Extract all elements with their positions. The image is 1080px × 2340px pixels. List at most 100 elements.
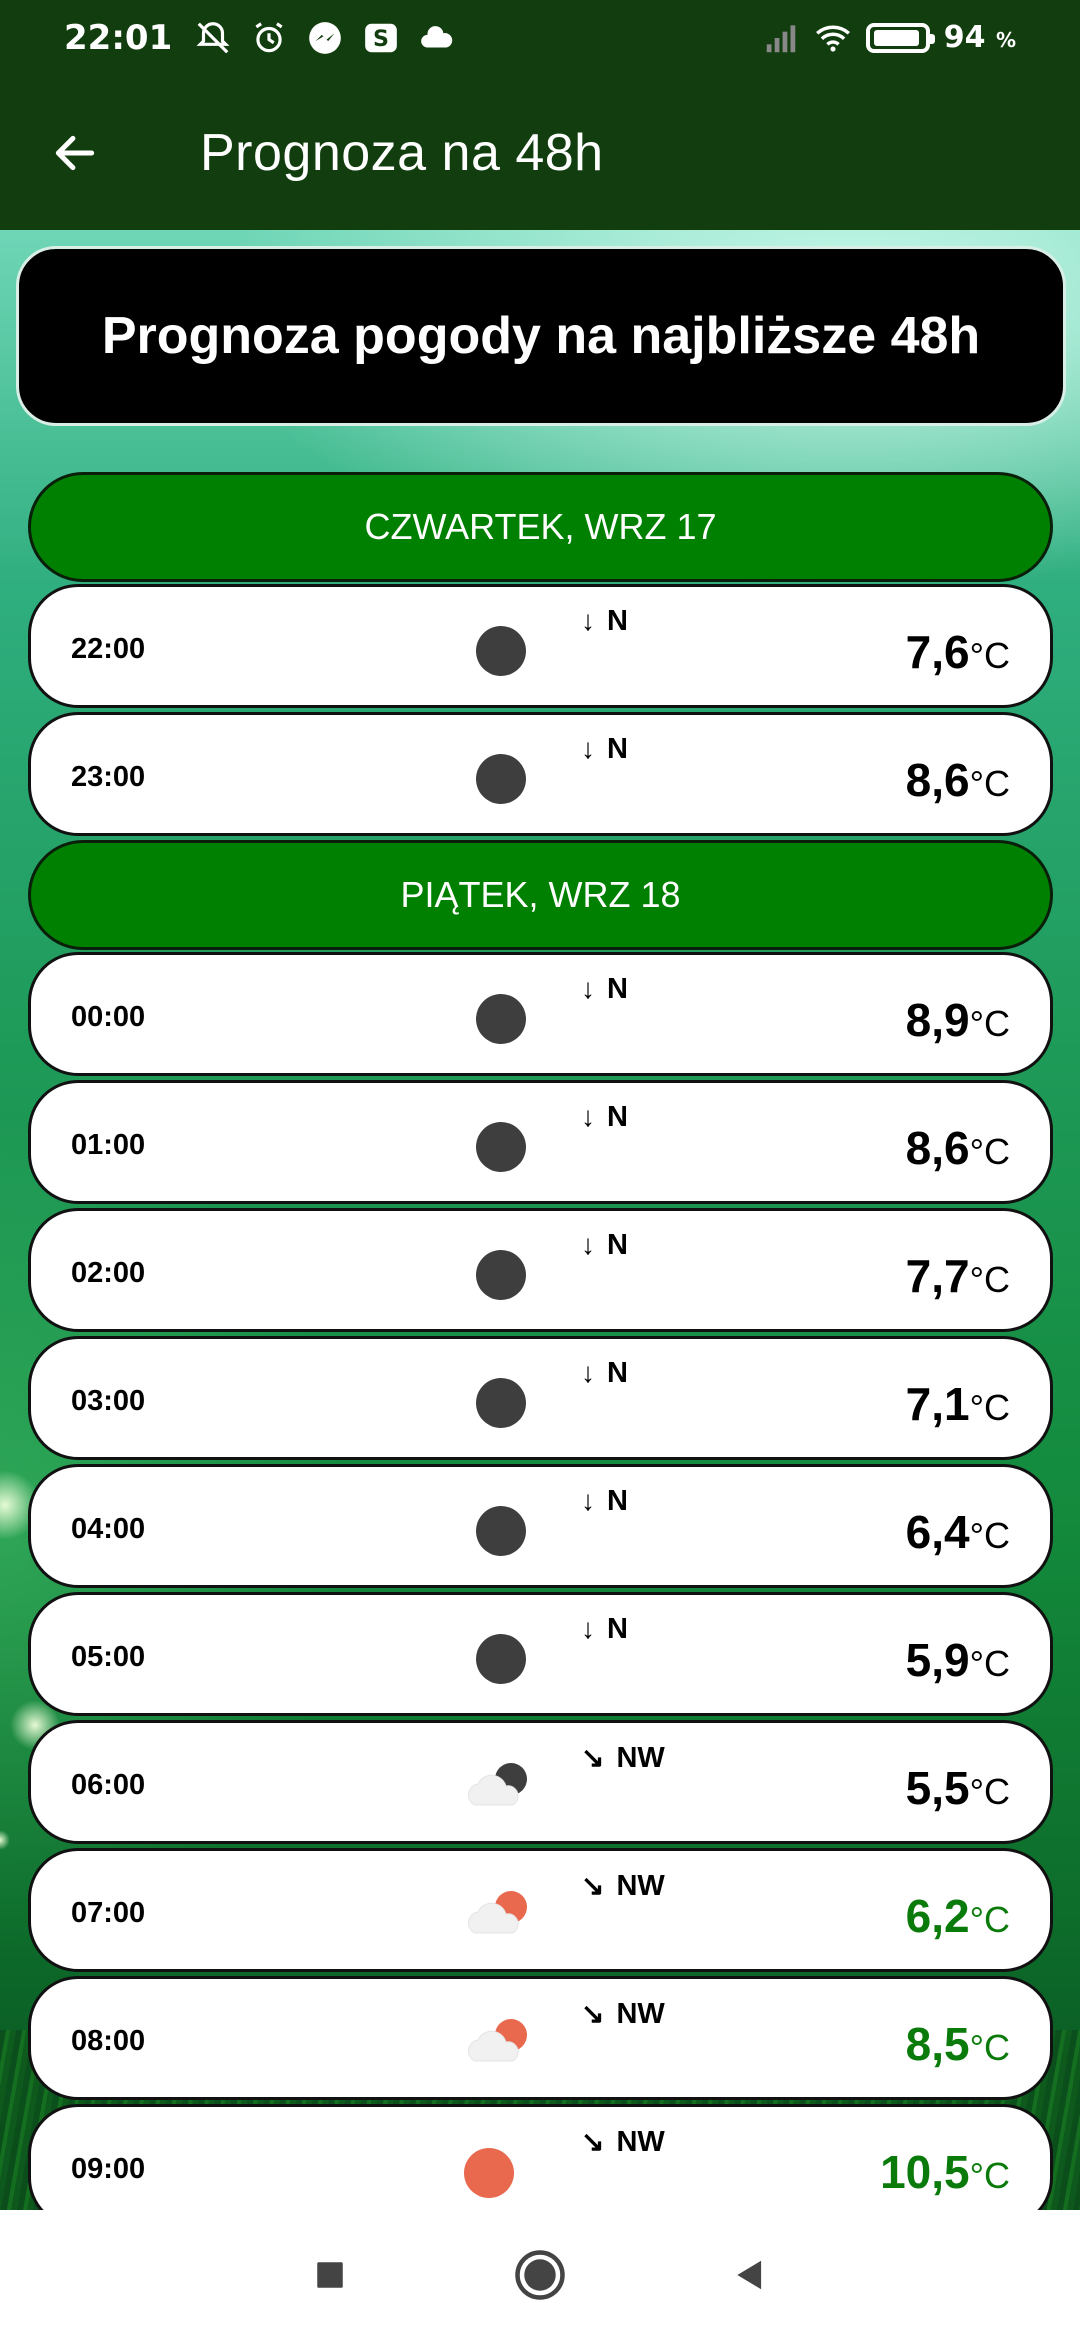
- wind-direction: ↓ N: [581, 1357, 628, 1390]
- wind-direction-label: N: [607, 1613, 628, 1645]
- hour-time: 05:00: [71, 1641, 146, 1673]
- status-time: 22:01: [64, 17, 173, 58]
- temperature: 7,1°C: [906, 1377, 1010, 1431]
- hour-time: 01:00: [71, 1129, 146, 1161]
- wifi-icon: [815, 25, 850, 52]
- temperature-unit: °C: [969, 1131, 1010, 1172]
- wind-arrow-icon: ↓: [581, 1229, 595, 1260]
- forecast-header-card: Prognoza pogody na najbliższe 48h: [16, 246, 1066, 426]
- hour-row[interactable]: 03:00 ↓ N 7,1°C: [28, 1336, 1053, 1460]
- triangle-back-icon: [737, 2260, 762, 2290]
- hour-time: 03:00: [71, 1385, 146, 1417]
- navigation-bar: [0, 2210, 1080, 2340]
- moon-icon: [461, 989, 541, 1049]
- wind-direction-label: N: [607, 1229, 628, 1261]
- temperature-value: 6,2: [905, 1890, 970, 1942]
- hour-time: 08:00: [71, 2025, 146, 2057]
- app-s-icon: S: [365, 23, 398, 52]
- recent-apps-button[interactable]: [300, 2245, 360, 2305]
- temperature-value: 7,1: [905, 1378, 970, 1430]
- hour-time: 04:00: [71, 1513, 146, 1545]
- app-bar: Prognoza na 48h: [0, 75, 1080, 230]
- hour-row[interactable]: 04:00 ↓ N 6,4°C: [28, 1464, 1053, 1588]
- hour-time: 07:00: [71, 1897, 146, 1929]
- wind-direction: ↓ N: [581, 1613, 628, 1646]
- hour-row[interactable]: 02:00 ↓ N 7,7°C: [28, 1208, 1053, 1332]
- wind-direction-label: N: [607, 1101, 628, 1133]
- hour-time: 22:00: [71, 633, 146, 665]
- temperature: 6,4°C: [906, 1505, 1010, 1559]
- temperature-value: 5,9: [905, 1634, 970, 1686]
- temperature: 7,6°C: [906, 625, 1010, 679]
- square-icon: [317, 2262, 343, 2288]
- status-bar: 22:01 S 94 %: [0, 0, 1080, 75]
- signal-icon: [766, 24, 795, 52]
- moon-icon: [461, 621, 541, 681]
- temperature-value: 8,6: [905, 754, 970, 806]
- cloud-moon-icon: [461, 1757, 541, 1817]
- wind-direction-label: NW: [616, 1998, 665, 2030]
- temperature-value: 8,9: [905, 994, 970, 1046]
- temperature: 5,9°C: [906, 1633, 1010, 1687]
- wind-arrow-icon: ↘: [581, 2126, 605, 2157]
- moon-icon: [461, 1629, 541, 1689]
- wind-arrow-icon: ↓: [581, 1613, 595, 1644]
- wind-direction: ↓ N: [581, 1229, 628, 1262]
- wind-arrow-icon: ↓: [581, 1485, 595, 1516]
- temperature: 8,6°C: [906, 1121, 1010, 1175]
- wind-direction-label: N: [607, 733, 628, 765]
- hour-row[interactable]: 01:00 ↓ N 8,6°C: [28, 1080, 1053, 1204]
- wind-direction-label: N: [607, 605, 628, 637]
- temperature: 10,5°C: [880, 2145, 1010, 2199]
- moon-icon: [461, 1117, 541, 1177]
- hour-row[interactable]: 06:00 ↘ NW 5,5°C: [28, 1720, 1053, 1844]
- forecast-header-title: Prognoza pogody na najbliższe 48h: [101, 307, 981, 365]
- temperature-value: 8,6: [905, 1122, 970, 1174]
- home-button[interactable]: [510, 2245, 570, 2305]
- hour-row[interactable]: 07:00 ↘ NW 6,2°C: [28, 1848, 1053, 1972]
- hour-time: 09:00: [71, 2153, 146, 2185]
- day-header: PIĄTEK, WRZ 18: [28, 840, 1053, 950]
- hour-row[interactable]: 22:00 ↓ N 7,6°C: [28, 584, 1053, 708]
- wind-direction: ↓ N: [581, 605, 628, 638]
- temperature: 8,6°C: [906, 753, 1010, 807]
- temperature: 8,9°C: [906, 993, 1010, 1047]
- hour-row[interactable]: 08:00 ↘ NW 8,5°C: [28, 1976, 1053, 2100]
- cloud-icon: [421, 25, 453, 47]
- moon-icon: [461, 1245, 541, 1305]
- temperature: 7,7°C: [906, 1249, 1010, 1303]
- wind-direction: ↓ N: [581, 1101, 628, 1134]
- temperature-unit: °C: [969, 763, 1010, 804]
- wind-direction: ↘ NW: [581, 1741, 665, 1775]
- temperature-value: 7,7: [905, 1250, 970, 1302]
- hour-time: 02:00: [71, 1257, 146, 1289]
- wind-direction: ↘ NW: [581, 1997, 665, 2031]
- temperature-unit: °C: [969, 2027, 1010, 2068]
- sun-icon: [461, 2141, 541, 2201]
- svg-text:S: S: [373, 25, 389, 51]
- bell-off-icon: [196, 21, 230, 53]
- back-button[interactable]: [0, 75, 150, 230]
- temperature-unit: °C: [969, 1771, 1010, 1812]
- temperature-unit: °C: [969, 2155, 1010, 2196]
- wind-direction-label: NW: [616, 1742, 665, 1774]
- hour-row[interactable]: 23:00 ↓ N 8,6°C: [28, 712, 1053, 836]
- moon-icon: [461, 1501, 541, 1561]
- temperature-value: 5,5: [905, 1762, 970, 1814]
- hour-row[interactable]: 05:00 ↓ N 5,9°C: [28, 1592, 1053, 1716]
- wind-direction-label: NW: [616, 1870, 665, 1902]
- temperature-unit: °C: [969, 1259, 1010, 1300]
- temperature: 6,2°C: [906, 1889, 1010, 1943]
- wind-direction: ↓ N: [581, 973, 628, 1006]
- wind-arrow-icon: ↓: [581, 1357, 595, 1388]
- back-nav-button[interactable]: [720, 2245, 780, 2305]
- wind-arrow-icon: ↘: [581, 1742, 605, 1773]
- status-system-icons: 94 %: [762, 19, 1016, 57]
- temperature-value: 7,6: [905, 626, 970, 678]
- messenger-icon: [309, 21, 342, 54]
- wind-arrow-icon: ↓: [581, 1101, 595, 1132]
- battery-icon: [865, 22, 935, 53]
- forecast-list[interactable]: CZWARTEK, WRZ 17 22:00 ↓ N 7,6°C 23:00 ↓ N 8,6°C…: [28, 472, 1053, 2232]
- temperature: 8,5°C: [906, 2017, 1010, 2071]
- hour-row[interactable]: 00:00 ↓ N 8,9°C: [28, 952, 1053, 1076]
